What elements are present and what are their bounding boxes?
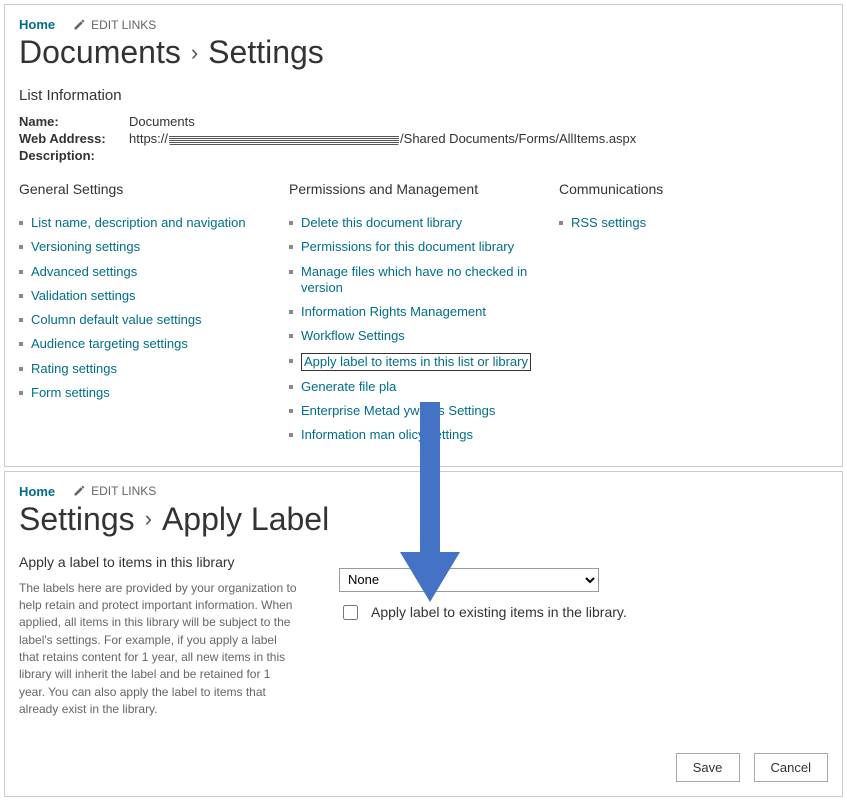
list-item: Advanced settings <box>19 264 289 280</box>
chevron-right-icon: › <box>145 506 152 532</box>
list-item: Information Rights Management <box>289 304 559 320</box>
list-item: Audience targeting settings <box>19 336 289 352</box>
list-item: Enterprise Metad ywords Settings <box>289 403 559 419</box>
list-item: Information man olicy settings <box>289 427 559 443</box>
general-settings-list: List name, description and navigation Ve… <box>19 215 289 401</box>
label-select[interactable]: None <box>339 568 599 592</box>
link-irm[interactable]: Information Rights Management <box>301 304 486 319</box>
link-delete-library[interactable]: Delete this document library <box>301 215 462 230</box>
link-rss-settings[interactable]: RSS settings <box>571 215 646 230</box>
apply-label-form: Apply a label to items in this library T… <box>19 554 828 719</box>
edit-links-link[interactable]: EDIT LINKS <box>73 18 156 32</box>
breadcrumb-part-settings: Settings <box>208 34 324 71</box>
link-workflow-settings[interactable]: Workflow Settings <box>301 328 405 343</box>
apply-existing-label: Apply label to existing items in the lib… <box>371 604 627 620</box>
list-item: Delete this document library <box>289 215 559 231</box>
link-manage-checked-in[interactable]: Manage files which have no checked in ve… <box>301 264 527 295</box>
info-row-webaddress: Web Address: https:// /Shared Documents/F… <box>19 131 828 146</box>
name-label: Name: <box>19 114 129 129</box>
apply-existing-checkbox[interactable] <box>343 605 358 620</box>
apply-existing-row: Apply label to existing items in the lib… <box>339 602 828 623</box>
list-item: Workflow Settings <box>289 328 559 344</box>
apply-label-subheading: Apply a label to items in this library <box>19 554 299 570</box>
save-button[interactable]: Save <box>676 753 740 782</box>
communications-col: Communications RSS settings <box>559 181 759 452</box>
edit-links-label-2: EDIT LINKS <box>91 484 156 498</box>
form-buttons: Save Cancel <box>19 753 828 782</box>
communications-list: RSS settings <box>559 215 759 231</box>
edit-links-label: EDIT LINKS <box>91 18 156 32</box>
general-settings-col: General Settings List name, description … <box>19 181 289 452</box>
communications-heading: Communications <box>559 181 759 197</box>
redacted-host <box>169 135 399 145</box>
link-advanced-settings[interactable]: Advanced settings <box>31 264 137 279</box>
webaddress-value: https:// /Shared Documents/Forms/AllItems… <box>129 131 636 146</box>
breadcrumb: Documents › Settings <box>19 34 828 71</box>
list-item: Versioning settings <box>19 239 289 255</box>
home-link-2[interactable]: Home <box>19 484 55 499</box>
permissions-col: Permissions and Management Delete this d… <box>289 181 559 452</box>
list-item: Form settings <box>19 385 289 401</box>
link-apply-label[interactable]: Apply label to items in this list or lib… <box>301 353 531 371</box>
list-information-heading: List Information <box>19 87 828 104</box>
list-item: Rating settings <box>19 361 289 377</box>
webaddress-suffix: /Shared Documents/Forms/AllItems.aspx <box>400 131 636 146</box>
list-item: Column default value settings <box>19 312 289 328</box>
pencil-icon <box>73 19 85 31</box>
documents-settings-panel: Home EDIT LINKS Documents › Settings Lis… <box>4 4 843 467</box>
link-rating-settings[interactable]: Rating settings <box>31 361 117 376</box>
settings-columns: General Settings List name, description … <box>19 181 828 452</box>
link-generate-file-plan[interactable]: Generate file pla <box>301 379 396 394</box>
list-item: List name, description and navigation <box>19 215 289 231</box>
top-nav-2: Home EDIT LINKS <box>19 484 828 499</box>
link-enterprise-metadata[interactable]: Enterprise Metad ywords Settings <box>301 403 495 418</box>
webaddress-prefix: https:// <box>129 131 168 146</box>
apply-label-helptext: The labels here are provided by your org… <box>19 580 299 719</box>
breadcrumb-part-apply-label: Apply Label <box>162 501 329 538</box>
link-versioning-settings[interactable]: Versioning settings <box>31 239 140 254</box>
name-value: Documents <box>129 114 195 129</box>
apply-label-description-col: Apply a label to items in this library T… <box>19 554 299 719</box>
permissions-list: Delete this document library Permissions… <box>289 215 559 444</box>
general-settings-heading: General Settings <box>19 181 289 197</box>
breadcrumb-part-settings-2[interactable]: Settings <box>19 501 135 538</box>
breadcrumb-2: Settings › Apply Label <box>19 501 828 538</box>
list-item: Manage files which have no checked in ve… <box>289 264 559 297</box>
webaddress-label: Web Address: <box>19 131 129 146</box>
permissions-heading: Permissions and Management <box>289 181 559 197</box>
breadcrumb-part-documents[interactable]: Documents <box>19 34 181 71</box>
top-nav: Home EDIT LINKS <box>19 17 828 32</box>
link-column-default-value[interactable]: Column default value settings <box>31 312 202 327</box>
link-permissions-library[interactable]: Permissions for this document library <box>301 239 514 254</box>
info-row-name: Name: Documents <box>19 114 828 129</box>
link-list-name-desc-nav[interactable]: List name, description and navigation <box>31 215 246 230</box>
list-item: Permissions for this document library <box>289 239 559 255</box>
link-validation-settings[interactable]: Validation settings <box>31 288 136 303</box>
edit-links-link-2[interactable]: EDIT LINKS <box>73 484 156 498</box>
description-label: Description: <box>19 148 129 163</box>
pencil-icon <box>73 485 85 497</box>
apply-label-panel: Home EDIT LINKS Settings › Apply Label A… <box>4 471 843 797</box>
link-form-settings[interactable]: Form settings <box>31 385 110 400</box>
list-item: Validation settings <box>19 288 289 304</box>
home-link[interactable]: Home <box>19 17 55 32</box>
link-info-mgmt-policy[interactable]: Information man olicy settings <box>301 427 473 442</box>
cancel-button[interactable]: Cancel <box>754 753 828 782</box>
list-item: Generate file pla <box>289 379 559 395</box>
link-audience-targeting[interactable]: Audience targeting settings <box>31 336 188 351</box>
chevron-right-icon: › <box>191 40 198 66</box>
info-row-description: Description: <box>19 148 828 163</box>
list-item: Apply label to items in this list or lib… <box>289 353 559 371</box>
apply-label-controls-col: None Apply label to existing items in th… <box>339 554 828 719</box>
list-item: RSS settings <box>559 215 759 231</box>
